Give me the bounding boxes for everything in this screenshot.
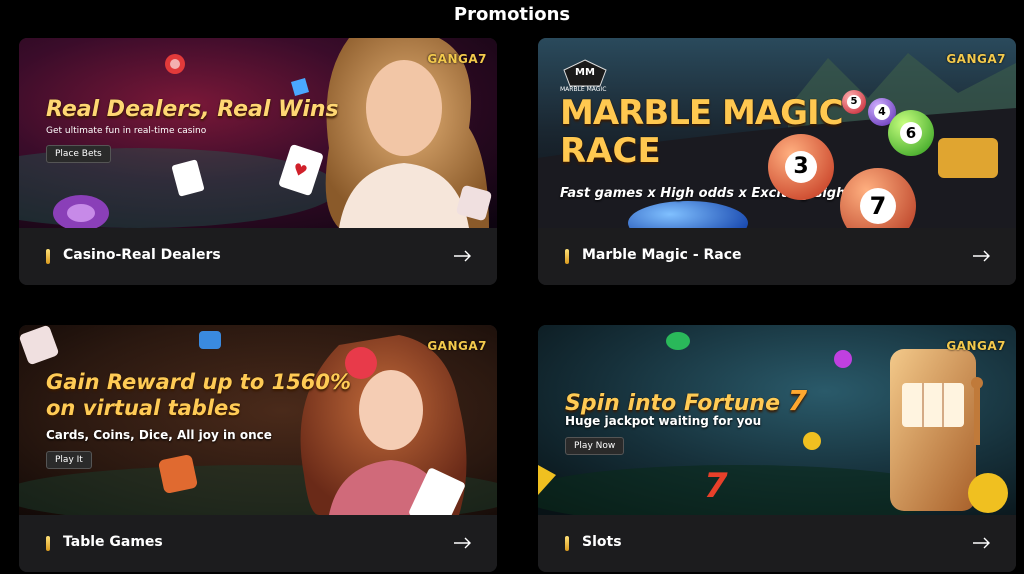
promo-footer[interactable]: Casino-Real Dealers — [19, 228, 497, 285]
promo-card-table-games[interactable]: GANGA7 Gain Reward up to 1560% on virtua… — [19, 325, 497, 572]
place-bets-button[interactable]: Place Bets — [46, 145, 111, 163]
play-it-button[interactable]: Play It — [46, 451, 92, 469]
fruit-icon — [666, 332, 690, 350]
play-now-button[interactable]: Play Now — [565, 437, 625, 455]
accent-bar — [46, 536, 50, 551]
brand-logo: GANGA7 — [946, 339, 1006, 353]
promo-footer[interactable]: Table Games — [19, 515, 497, 572]
promo-label: Marble Magic - Race — [582, 247, 742, 263]
promo-label: Slots — [582, 534, 622, 550]
page-title: Promotions — [453, 4, 571, 25]
accent-bar — [46, 249, 50, 264]
promo-subtitle: Get ultimate fun in real-time casino — [46, 126, 207, 136]
promo-headline-line2: RACE — [560, 131, 661, 171]
badge-monogram: MM — [575, 67, 595, 78]
promo-banner[interactable]: GANGA7 Gain Reward up to 1560% on virtua… — [19, 325, 497, 515]
arrow-right-icon[interactable] — [454, 537, 472, 549]
promo-headline: Spin into Fortune 7 — [565, 384, 808, 417]
promo-banner[interactable]: ♥ GANGA7 Real Dealers, Real Wins Get ult… — [19, 38, 497, 228]
lucky-seven-icon: 7 — [704, 466, 728, 506]
fruit-icon — [803, 432, 821, 450]
promo-headline: Real Dealers, Real Wins — [46, 97, 339, 122]
arrow-right-icon[interactable] — [973, 537, 991, 549]
promo-card-slots[interactable]: 7 GANGA7 Spin into Fortune 7 Huge jackpo… — [538, 325, 1016, 572]
marble-ball: 3 — [768, 134, 834, 200]
arrow-right-icon[interactable] — [973, 250, 991, 262]
promo-label: Table Games — [63, 534, 163, 550]
brand-logo: GANGA7 — [427, 339, 487, 353]
slot-machine-icon — [890, 349, 976, 511]
promo-card-marble-magic-race[interactable]: MM MARBLE MAGIC GANGA7 MARBLE MAGIC RACE… — [538, 38, 1016, 285]
trophy-icon — [938, 138, 998, 178]
arrow-right-icon[interactable] — [454, 250, 472, 262]
promo-card-casino-real-dealers[interactable]: ♥ GANGA7 Real Dealers, Real Wins Get ult… — [19, 38, 497, 285]
promo-footer[interactable]: Marble Magic - Race — [538, 228, 1016, 285]
promo-subtitle: Huge jackpot waiting for you — [565, 414, 762, 428]
promo-subtitle: Cards, Coins, Dice, All joy in once — [46, 428, 272, 442]
lucky-seven-number: 7 — [787, 384, 808, 417]
promo-label: Casino-Real Dealers — [63, 247, 221, 263]
promo-headline-line1: MARBLE MAGIC — [560, 93, 844, 133]
promo-banner[interactable]: 7 GANGA7 Spin into Fortune 7 Huge jackpo… — [538, 325, 1016, 515]
badge-text: MARBLE MAGIC — [560, 86, 607, 93]
lemon-icon — [968, 473, 1008, 513]
accent-bar — [565, 536, 569, 551]
dice-icon — [199, 331, 221, 349]
fruit-icon — [834, 350, 852, 368]
promo-banner[interactable]: MM MARBLE MAGIC GANGA7 MARBLE MAGIC RACE… — [538, 38, 1016, 228]
promo-headline-line1: Gain Reward up to 1560% — [46, 370, 352, 394]
promo-footer[interactable]: Slots — [538, 515, 1016, 572]
marble-ball: 5 — [842, 90, 866, 114]
dice-icon — [158, 454, 198, 494]
brand-logo: GANGA7 — [427, 52, 487, 66]
marble-ball: 6 — [888, 110, 934, 156]
brand-logo: GANGA7 — [946, 52, 1006, 66]
accent-bar — [565, 249, 569, 264]
promo-headline-line2: on virtual tables — [46, 396, 241, 420]
